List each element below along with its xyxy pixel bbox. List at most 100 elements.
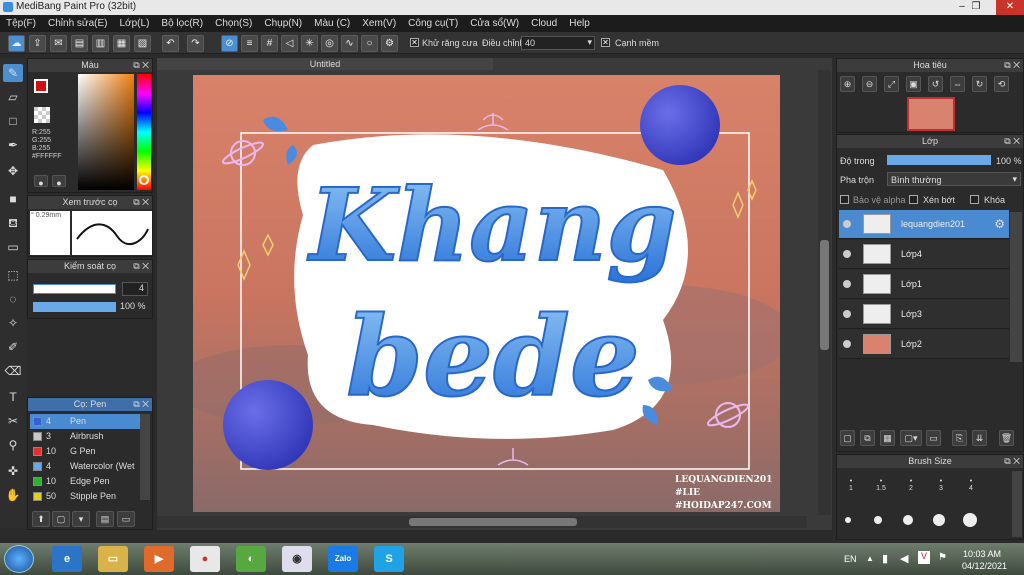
snap-radial-icon[interactable]: ✳ [301, 35, 318, 52]
comment-icon[interactable]: ✉ [50, 35, 67, 52]
size-cell-2[interactable]: • 2 [897, 471, 925, 499]
select-pen-icon[interactable]: ✐ [3, 338, 23, 356]
rotate-right-icon[interactable]: ↻ [972, 76, 987, 92]
transparent-swatch[interactable] [34, 107, 50, 123]
clock-date[interactable]: 04/12/2021 [962, 561, 1007, 571]
artwork[interactable]: Khang bede LEQUANGDIEN201 #LIE #HOIDAP24… [193, 75, 780, 512]
visibility-icon[interactable] [843, 250, 851, 258]
duplicate-icon[interactable]: ⎘ [952, 430, 967, 446]
size-cell-4[interactable]: • 4 [957, 471, 985, 499]
panel-icon[interactable]: ▦ [113, 35, 130, 52]
ie-icon[interactable]: e [52, 546, 82, 572]
explorer-icon[interactable]: ▭ [98, 546, 128, 572]
size-cell-1-5[interactable]: • 1.5 [867, 471, 895, 499]
divide-tool-icon[interactable]: ✂ [3, 412, 23, 430]
network-icon[interactable]: ▮ [882, 552, 888, 565]
brush-tool-icon[interactable]: ✎ [3, 64, 23, 82]
flip-icon[interactable]: ⇔ [950, 76, 965, 92]
zoom-out-icon[interactable]: ⊖ [862, 76, 877, 92]
coccoc-icon[interactable]: ◐ [236, 546, 266, 572]
grid-icon[interactable]: ▧ [134, 35, 151, 52]
doc-icon[interactable]: ▤ [71, 35, 88, 52]
saturation-picker[interactable] [78, 74, 134, 190]
brush-list-item[interactable]: 4Pen⚙ [30, 414, 150, 429]
snap-grid-icon[interactable]: # [261, 35, 278, 52]
close-icon[interactable]: ⧉ ✕ [1004, 135, 1020, 148]
brush-size-scrollbar[interactable] [1012, 471, 1022, 537]
close-icon[interactable]: ⧉ ✕ [1004, 455, 1020, 468]
share-icon[interactable]: ⇪ [29, 35, 46, 52]
trash-icon[interactable]: 🗑 [999, 430, 1014, 446]
folder-icon[interactable]: ▭ [117, 511, 135, 527]
primary-color-swatch[interactable] [34, 79, 48, 93]
opacity-slider[interactable] [33, 302, 116, 312]
copy-layer-icon[interactable]: ⧉ [860, 430, 875, 446]
cloud-icon[interactable]: ☁ [8, 35, 25, 52]
brush-menu-icon[interactable]: ▾ [72, 511, 90, 527]
size-dot-10[interactable] [903, 515, 913, 525]
menu-color[interactable]: Màu (C) [308, 18, 356, 29]
menu-layer[interactable]: Lớp(L) [114, 18, 156, 29]
brush-list-item[interactable]: 50 Stipple Pen [30, 489, 150, 504]
size-dot-7[interactable] [874, 516, 882, 524]
document-tab[interactable]: Untitled [157, 58, 493, 70]
visibility-icon[interactable] [843, 220, 851, 228]
select-tool-icon[interactable]: ⬚ [3, 266, 23, 284]
size-cell-3[interactable]: • 3 [927, 471, 955, 499]
visibility-icon[interactable] [843, 310, 851, 318]
brush-doc-icon[interactable]: ▤ [96, 511, 114, 527]
size-dot-15[interactable] [933, 514, 945, 526]
palette2-icon[interactable]: ● [52, 175, 66, 188]
brush-list-item[interactable]: 4 Watercolor (Wet [30, 459, 150, 474]
snap-circle-icon[interactable]: ◎ [321, 35, 338, 52]
clipping-checkbox[interactable] [909, 195, 918, 204]
start-button[interactable] [4, 545, 34, 573]
close-icon[interactable]: ⧉ ✕ [133, 398, 149, 411]
gradient-tool-icon[interactable]: ▭ [3, 238, 23, 256]
menu-select[interactable]: Chọn(S) [209, 18, 258, 29]
select-eraser-icon[interactable]: ⌫ [3, 362, 23, 380]
close-icon[interactable]: ⧉ ✕ [133, 59, 149, 72]
language-indicator[interactable]: EN [844, 554, 857, 564]
medibang-icon[interactable]: ◉ [282, 546, 312, 572]
menu-filter[interactable]: Bộ lọc(R) [155, 18, 209, 29]
close-icon[interactable]: ⧉ ✕ [133, 196, 149, 209]
rotate-left-icon[interactable]: ↺ [928, 76, 943, 92]
add-brush-icon[interactable]: ⬆ [32, 511, 50, 527]
layer-menu-icon[interactable]: ▢▾ [900, 430, 922, 446]
merge-icon[interactable]: ⇊ [972, 430, 987, 446]
fit-icon[interactable]: ⤢ [884, 76, 899, 92]
horizontal-scroll-thumb[interactable] [409, 518, 577, 526]
size-dot-5[interactable] [845, 517, 851, 523]
bucket-tool-icon[interactable]: ⛾ [3, 214, 23, 232]
hand-tool-icon[interactable]: ✋ [3, 486, 23, 504]
menu-snap[interactable]: Chụp(N) [258, 18, 308, 29]
layer-folder-icon[interactable]: ▭ [926, 430, 941, 446]
brush-list-item[interactable]: 10 Edge Pen [30, 474, 150, 489]
new-layer-icon[interactable]: ▢ [840, 430, 855, 446]
soft-edge-checkbox[interactable]: ✕ [601, 38, 610, 47]
palette-icon[interactable]: ● [34, 175, 48, 188]
zoom-in-icon[interactable]: ⊕ [840, 76, 855, 92]
brush-list-item[interactable]: 3 Airbrush [30, 429, 150, 444]
menu-view[interactable]: Xem(V) [356, 18, 402, 29]
skype-icon[interactable]: S [374, 546, 404, 572]
close-icon[interactable]: ⧉ ✕ [133, 260, 149, 273]
correction-select[interactable]: 40 ▾ [521, 36, 595, 50]
layer-opacity-slider[interactable] [887, 155, 991, 165]
size-value[interactable]: 4 [122, 282, 148, 296]
menu-help[interactable]: Help [563, 18, 596, 29]
size-dot-20[interactable] [963, 513, 977, 527]
clock-time[interactable]: 10:03 AM [963, 549, 1001, 559]
layer-row[interactable]: Lớp2 [839, 330, 1009, 359]
close-icon[interactable]: ⧉ ✕ [1004, 59, 1020, 72]
gear-icon[interactable]: ⚙ [994, 217, 1005, 231]
redo-icon[interactable]: ↷ [187, 35, 204, 52]
brush-list-item[interactable]: 10 G Pen [30, 444, 150, 459]
menu-tools[interactable]: Công cụ(T) [402, 18, 464, 29]
visibility-icon[interactable] [843, 340, 851, 348]
restore-button[interactable]: ❐ [964, 0, 988, 15]
media-player-icon[interactable]: ▶ [144, 546, 174, 572]
chrome-icon[interactable]: ● [190, 546, 220, 572]
new-brush-icon[interactable]: ▢ [52, 511, 70, 527]
